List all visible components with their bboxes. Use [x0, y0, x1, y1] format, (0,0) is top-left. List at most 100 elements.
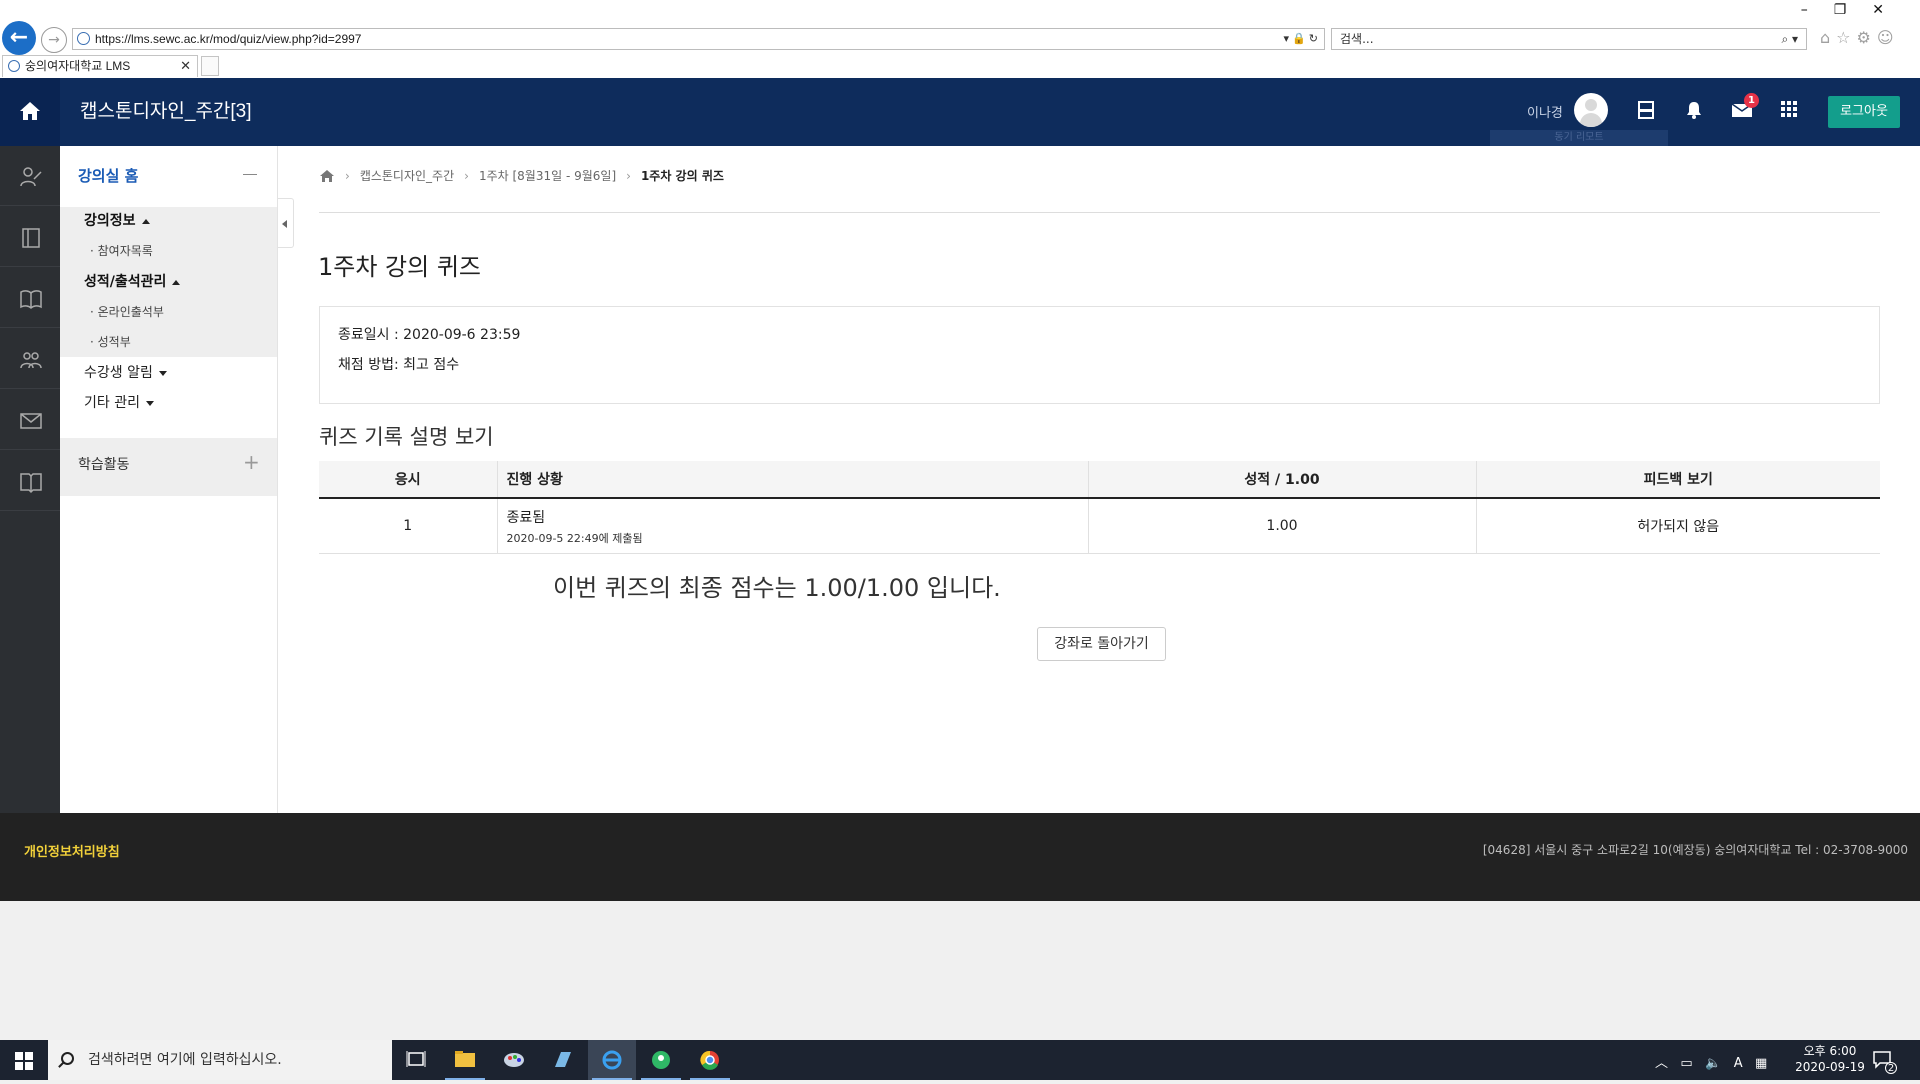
task-view-icon	[406, 1051, 426, 1067]
menu-grades-attendance[interactable]: 성적/출석관리	[84, 271, 181, 291]
table-header-row: 응시 진행 상황 성적 / 1.00 피드백 보기	[319, 461, 1880, 499]
user-name[interactable]: 이나경	[1527, 102, 1563, 121]
close-date: 종료일시 : 2020-09-6 23:59	[338, 327, 521, 343]
layout-icon[interactable]	[1636, 100, 1660, 124]
back-to-course-button[interactable]: 강좌로 돌아가기	[1037, 627, 1166, 661]
breadcrumb: › 캡스톤디자인_주간 › 1주차 [8월31일 - 9월6일] › 1주차 강…	[319, 167, 724, 184]
ime-mode[interactable]: A	[1734, 1056, 1743, 1071]
menu-gradebook[interactable]: · 성적부	[90, 333, 131, 350]
message-badge: 1	[1744, 93, 1759, 108]
taskbar-search[interactable]: 검색하려면 여기에 입력하십시오.	[48, 1040, 392, 1080]
browser-tab[interactable]: 숭의여자대학교 LMS ✕	[2, 55, 198, 77]
divider	[319, 212, 1880, 213]
gear-icon[interactable]: ⚙	[1857, 28, 1877, 47]
chrome-icon	[700, 1050, 719, 1070]
menu-course-home[interactable]: 강의실 홈	[78, 165, 138, 186]
avatar[interactable]	[1574, 93, 1608, 127]
close-icon[interactable]: ✕	[1872, 2, 1910, 18]
rail-library[interactable]	[0, 268, 60, 328]
cell-attempt: 1	[319, 498, 498, 554]
caret-down-icon	[145, 400, 154, 406]
menu-participants-label: 참여자목록	[97, 244, 153, 258]
app-header: 캡스톤디자인_주간[3] 동기 리모트 이나경 1 로그아웃	[0, 78, 1920, 146]
left-rail	[0, 146, 60, 813]
attempt-state: 종료됨	[506, 509, 546, 526]
home-icon[interactable]	[319, 169, 335, 183]
chrome-button[interactable]	[686, 1040, 734, 1080]
envelope-icon	[20, 413, 42, 429]
menu-other-manage-label: 기타 관리	[84, 395, 140, 411]
file-explorer-button[interactable]	[441, 1040, 489, 1080]
cell-state: 종료됨 2020-09-5 22:49에 제출됨	[497, 498, 1089, 554]
rail-profile[interactable]	[0, 146, 60, 206]
star-icon[interactable]: ☆	[1836, 28, 1856, 47]
url-text: https://lms.sewc.ac.kr/mod/quiz/view.php…	[95, 32, 362, 46]
tab-close-icon[interactable]: ✕	[180, 56, 191, 76]
network-icon[interactable]: ▭	[1680, 1056, 1692, 1071]
person-edit-icon	[20, 167, 42, 187]
rail-community[interactable]	[0, 329, 60, 389]
new-tab-button[interactable]	[201, 56, 219, 76]
logout-button[interactable]: 로그아웃	[1828, 96, 1900, 128]
back-button[interactable]: ←	[2, 21, 36, 55]
header-state: 진행 상황	[497, 461, 1089, 499]
clock-date: 2020-09-19	[1795, 1060, 1865, 1074]
header-attempt: 응시	[319, 461, 498, 499]
search-icon[interactable]: ⌕ ▾	[1781, 29, 1798, 49]
internet-explorer-button[interactable]	[588, 1040, 636, 1080]
cell-grade: 1.00	[1088, 498, 1477, 554]
people-icon	[20, 352, 42, 369]
final-grade-text: 이번 퀴즈의 최종 점수는 1.00/1.00 입니다.	[553, 574, 1001, 602]
start-button[interactable]	[0, 1040, 48, 1080]
apps-grid-icon[interactable]	[1780, 100, 1804, 124]
clock[interactable]: 오후 6:00 2020-09-19	[1790, 1043, 1870, 1075]
breadcrumb-separator-icon: ›	[626, 168, 631, 183]
address-bar[interactable]: https://lms.sewc.ac.kr/mod/quiz/view.php…	[72, 28, 1325, 50]
menu-participants[interactable]: · 참여자목록	[90, 242, 153, 259]
menu-online-attendance[interactable]: · 온라인출석부	[90, 303, 164, 320]
breadcrumb-separator-icon: ›	[464, 168, 469, 183]
minimize-icon[interactable]: –	[1801, 2, 1834, 18]
chevron-up-icon[interactable]: ︿	[1655, 1056, 1668, 1071]
paint-app-button[interactable]	[490, 1040, 538, 1080]
rail-courses[interactable]	[0, 207, 60, 267]
notes-app-button[interactable]	[539, 1040, 587, 1080]
bell-icon[interactable]	[1684, 100, 1708, 124]
home-button[interactable]	[0, 78, 60, 146]
address-tools-icon[interactable]: ▾ 🔒 ↻	[1283, 29, 1318, 49]
menu-gradebook-label: 성적부	[97, 335, 131, 349]
map-pin-icon	[652, 1051, 670, 1069]
home-icon[interactable]: ⌂	[1820, 28, 1836, 47]
smiley-icon[interactable]: ☺	[1877, 28, 1900, 47]
map-app-button[interactable]	[637, 1040, 685, 1080]
menu-other-manage[interactable]: 기타 관리	[84, 392, 154, 412]
breadcrumb-week[interactable]: 1주차 [8월31일 - 9월6일]	[479, 167, 616, 184]
menu-activity-label: 학습활동	[78, 457, 130, 473]
caret-up-icon	[172, 279, 181, 285]
collapse-icon[interactable]	[243, 174, 257, 175]
menu-course-info[interactable]: 강의정보	[84, 210, 150, 230]
forward-button[interactable]: →	[41, 27, 67, 53]
volume-icon[interactable]: 🔈	[1705, 1056, 1721, 1071]
cell-feedback: 허가되지 않음	[1476, 498, 1880, 554]
tab-title: 숭의여자대학교 LMS	[25, 59, 131, 73]
menu-toggle-button[interactable]	[278, 198, 294, 248]
blank-area	[0, 901, 1920, 1040]
expand-plus-icon[interactable]: +	[243, 450, 260, 474]
keyboard-icon[interactable]: ▦	[1755, 1056, 1767, 1071]
rail-messages[interactable]	[0, 390, 60, 450]
window-controls: –❐✕	[1801, 2, 1910, 18]
search-icon	[61, 1052, 74, 1065]
menu-student-alerts[interactable]: 수강생 알림	[84, 362, 167, 382]
privacy-policy-link[interactable]: 개인정보처리방침	[24, 841, 120, 860]
browser-search-field[interactable]: 검색... ⌕ ▾	[1331, 28, 1807, 50]
breadcrumb-separator-icon: ›	[345, 168, 350, 183]
restore-icon[interactable]: ❐	[1834, 2, 1873, 18]
breadcrumb-course[interactable]: 캡스톤디자인_주간	[360, 167, 454, 184]
footer-address: [04628] 서울시 중구 소파로2길 10(예장동) 숭의여자대학교 Tel…	[1482, 843, 1908, 857]
course-title[interactable]: 캡스톤디자인_주간[3]	[80, 96, 252, 123]
task-view-button[interactable]	[392, 1040, 440, 1080]
attempt-submitted: 2020-09-5 22:49에 제출됨	[506, 531, 643, 545]
rail-guide[interactable]	[0, 451, 60, 511]
page-title: 1주차 강의 퀴즈	[318, 253, 482, 281]
